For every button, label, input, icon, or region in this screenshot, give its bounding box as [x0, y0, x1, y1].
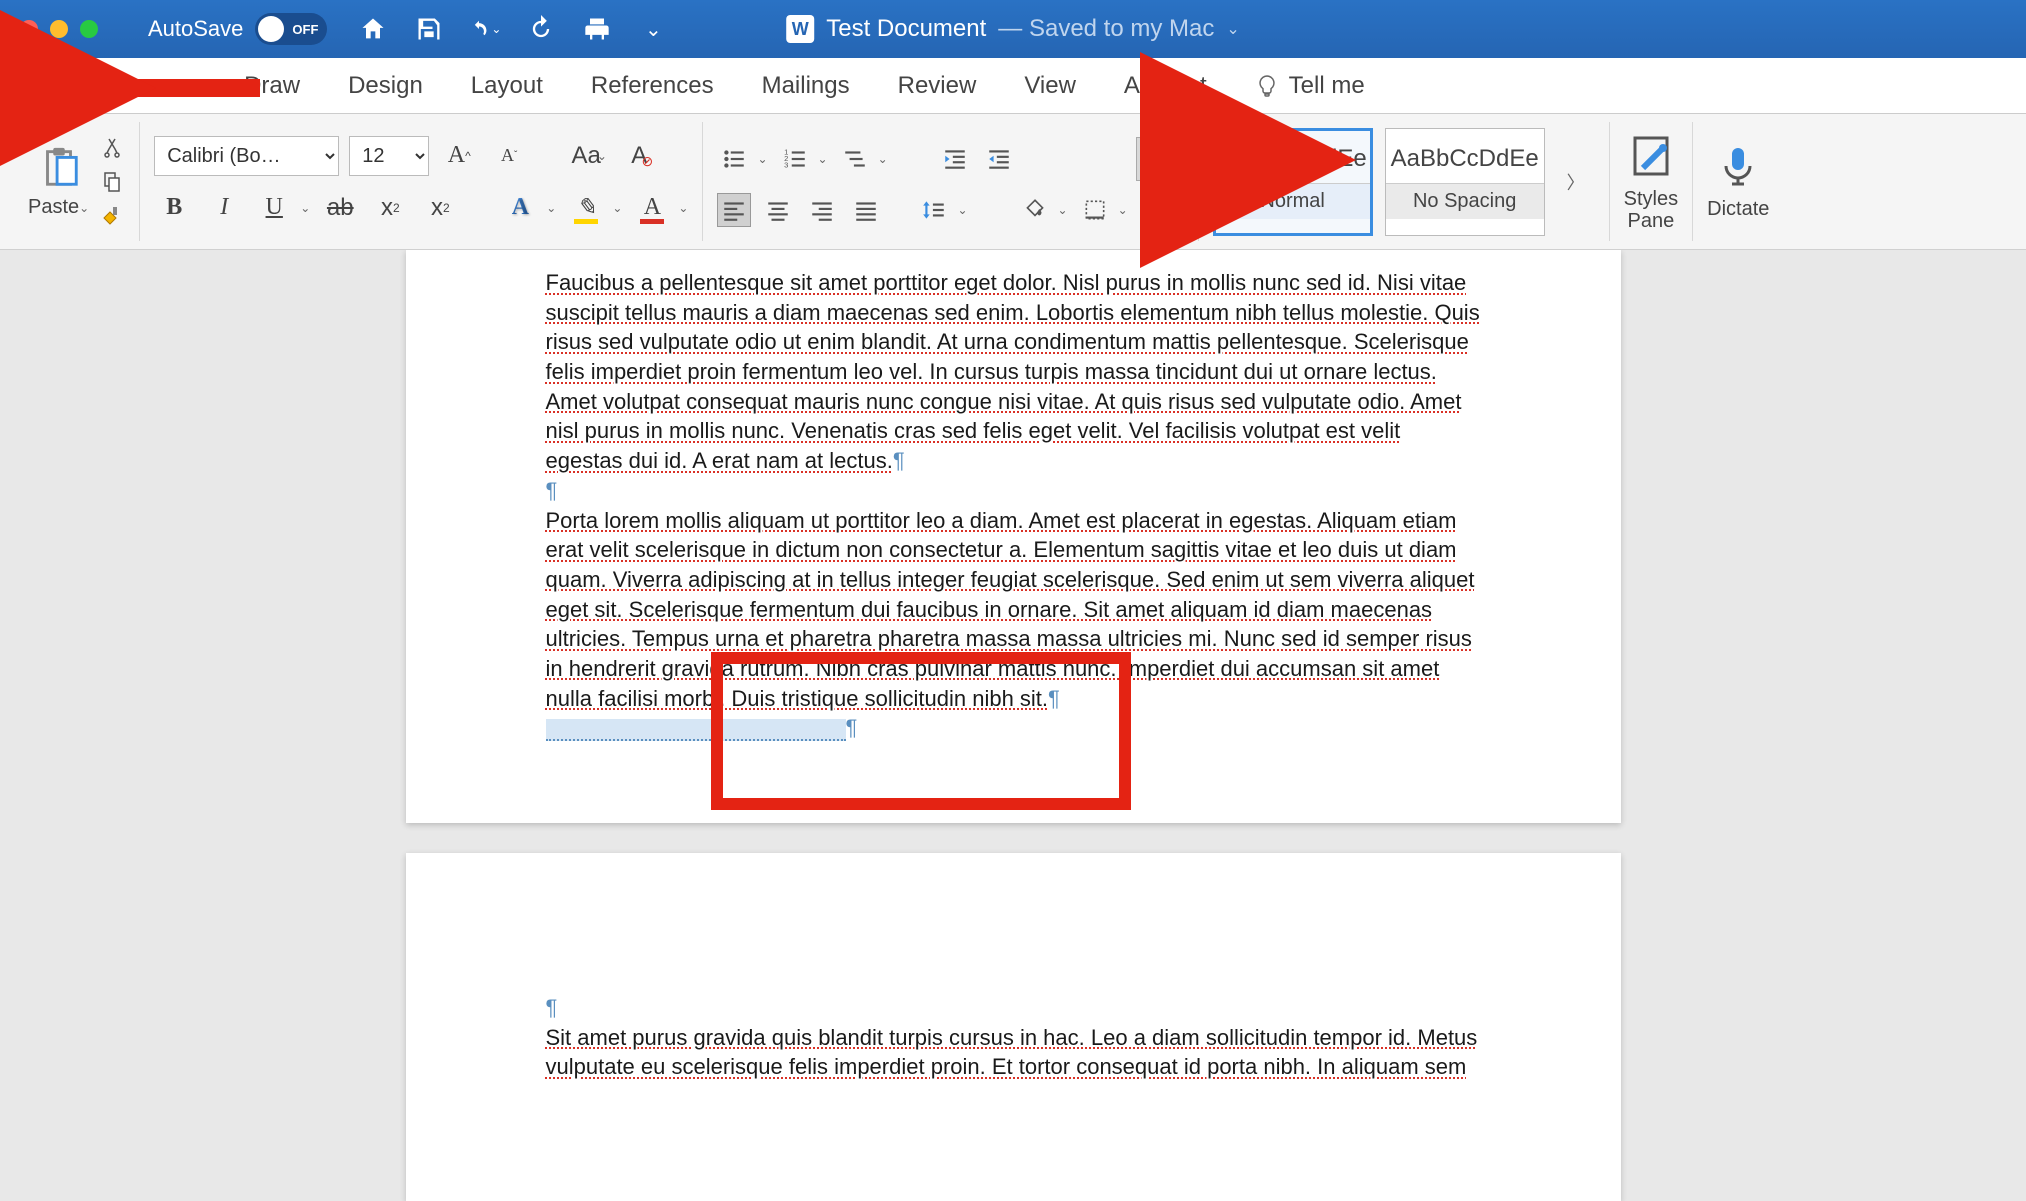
undo-icon[interactable]: ⌄ — [469, 13, 501, 45]
annotation-red-box — [711, 652, 1131, 810]
borders-button[interactable] — [1078, 193, 1112, 227]
tab-mailings[interactable]: Mailings — [760, 60, 852, 112]
bullets-button[interactable] — [717, 142, 751, 176]
chevron-down-icon: ⌄ — [1226, 19, 1239, 39]
style-label: No Spacing — [1386, 183, 1544, 219]
font-group: Calibri (Bo… 12 A^ Aˇ Aa⌄ A⊘ B I U ⌄ ab x… — [140, 122, 703, 241]
autosave-toggle[interactable]: AutoSave OFF — [148, 13, 327, 45]
autosave-label: AutoSave — [148, 16, 243, 42]
tab-references[interactable]: References — [589, 60, 716, 112]
change-case-button[interactable]: Aa⌄ — [569, 136, 609, 176]
home-icon[interactable] — [357, 13, 389, 45]
font-size-select[interactable]: 12 — [349, 136, 429, 176]
maximize-window-button[interactable] — [80, 20, 98, 38]
align-left-button[interactable] — [717, 193, 751, 227]
minimize-window-button[interactable] — [50, 20, 68, 38]
text-effects-button[interactable]: A — [500, 188, 540, 228]
dictate-group: Dictate — [1693, 122, 1783, 241]
styles-pane-group: StylesPane — [1610, 122, 1693, 241]
dictate-button[interactable]: Dictate — [1707, 142, 1769, 221]
cut-button[interactable] — [99, 135, 125, 161]
clipboard-icon — [36, 144, 82, 190]
ribbon-toolbar: Paste⌄ Calibri (Bo… 12 A^ Aˇ Aa⌄ A⊘ B — [0, 114, 2026, 250]
microphone-icon — [1714, 142, 1762, 190]
paragraph-1[interactable]: Faucibus a pellentesque sit amet porttit… — [546, 268, 1481, 476]
clear-formatting-button[interactable]: A⊘ — [619, 136, 659, 176]
close-window-button[interactable] — [20, 20, 38, 38]
superscript-button[interactable]: x2 — [420, 188, 460, 228]
chevron-down-icon: ⌄ — [79, 201, 89, 215]
bold-button[interactable]: B — [154, 188, 194, 228]
tab-review[interactable]: Review — [896, 60, 979, 112]
tab-home[interactable]: Home — [22, 58, 90, 113]
titlebar: AutoSave OFF ⌄ ⌄ W Test Document — Saved… — [0, 0, 2026, 58]
underline-button[interactable]: U — [254, 188, 294, 228]
tab-acrobat[interactable]: Acrobat — [1122, 60, 1209, 112]
doc-name: Test Document — [826, 15, 986, 43]
paste-button[interactable]: Paste⌄ — [28, 144, 89, 219]
save-status: — Saved to my Mac — [998, 15, 1214, 43]
styles-pane-icon — [1627, 132, 1675, 180]
word-app-icon: W — [786, 15, 814, 43]
styles-gallery-expand[interactable]: 〉 — [1557, 169, 1595, 195]
grow-font-button[interactable]: A^ — [439, 136, 479, 176]
save-icon[interactable] — [413, 13, 445, 45]
decrease-indent-button[interactable] — [938, 142, 972, 176]
subscript-button[interactable]: x2 — [370, 188, 410, 228]
multilevel-list-button[interactable] — [838, 142, 872, 176]
pilcrow-icon: ¶ — [546, 478, 558, 503]
autosave-switch[interactable]: OFF — [255, 13, 327, 45]
dictate-label: Dictate — [1707, 198, 1769, 221]
print-icon[interactable] — [581, 13, 613, 45]
autosave-state: OFF — [292, 22, 318, 37]
tab-view[interactable]: View — [1022, 60, 1078, 112]
numbering-button[interactable]: 123 — [778, 142, 812, 176]
annotation-arrow-home — [100, 68, 270, 113]
quick-access-toolbar: ⌄ ⌄ — [357, 13, 669, 45]
style-preview: AaBbCcDdEe — [1391, 145, 1539, 173]
italic-button[interactable]: I — [204, 188, 244, 228]
font-name-select[interactable]: Calibri (Bo… — [154, 136, 339, 176]
tell-me-label: Tell me — [1289, 72, 1365, 100]
tell-me-search[interactable]: Tell me — [1253, 60, 1367, 112]
annotation-arrow-pilcrow — [1160, 140, 1340, 185]
chevron-down-icon[interactable]: ⌄ — [546, 201, 556, 215]
pilcrow-icon: ¶ — [893, 448, 905, 473]
font-color-button[interactable]: A — [632, 188, 672, 228]
shrink-font-button[interactable]: Aˇ — [489, 136, 529, 176]
paste-label: Paste — [28, 196, 79, 219]
styles-pane-label: StylesPane — [1624, 188, 1678, 232]
chevron-down-icon[interactable]: ⌄ — [612, 201, 622, 215]
window-controls — [20, 20, 98, 38]
align-center-button[interactable] — [761, 193, 795, 227]
repeat-icon[interactable] — [525, 13, 557, 45]
styles-pane-button[interactable]: StylesPane — [1624, 132, 1678, 232]
clipboard-group: Paste⌄ — [14, 122, 140, 241]
toggle-knob — [258, 16, 284, 42]
justify-button[interactable] — [849, 193, 883, 227]
strikethrough-button[interactable]: ab — [320, 188, 360, 228]
tab-layout[interactable]: Layout — [469, 60, 545, 112]
copy-button[interactable] — [99, 169, 125, 195]
svg-text:3: 3 — [784, 160, 788, 169]
customize-qat-icon[interactable]: ⌄ — [637, 13, 669, 45]
style-label: Normal — [1216, 183, 1370, 219]
format-painter-button[interactable] — [99, 203, 125, 229]
paragraph-group: ⌄ 123⌄ ⌄ ¶ ⌄ ⌄ ⌄ — [703, 122, 1198, 241]
paragraph-3[interactable]: Sit amet purus gravida quis blandit turp… — [546, 1023, 1481, 1082]
shading-button[interactable] — [1018, 193, 1052, 227]
align-right-button[interactable] — [805, 193, 839, 227]
tab-design[interactable]: Design — [346, 60, 425, 112]
document-page-2[interactable]: ¶ Sit amet purus gravida quis blandit tu… — [406, 853, 1621, 1201]
ribbon-tabs: Home Insert Draw Design Layout Reference… — [0, 58, 2026, 114]
chevron-down-icon[interactable]: ⌄ — [678, 201, 688, 215]
highlight-button[interactable]: ✎ — [566, 188, 606, 228]
chevron-down-icon[interactable]: ⌄ — [300, 201, 310, 215]
pilcrow-icon: ¶ — [546, 995, 558, 1020]
document-title[interactable]: W Test Document — Saved to my Mac ⌄ — [786, 15, 1240, 43]
lightbulb-icon — [1255, 74, 1279, 98]
increase-indent-button[interactable] — [982, 142, 1016, 176]
line-spacing-button[interactable] — [917, 193, 951, 227]
style-no-spacing[interactable]: AaBbCcDdEe No Spacing — [1385, 128, 1545, 236]
